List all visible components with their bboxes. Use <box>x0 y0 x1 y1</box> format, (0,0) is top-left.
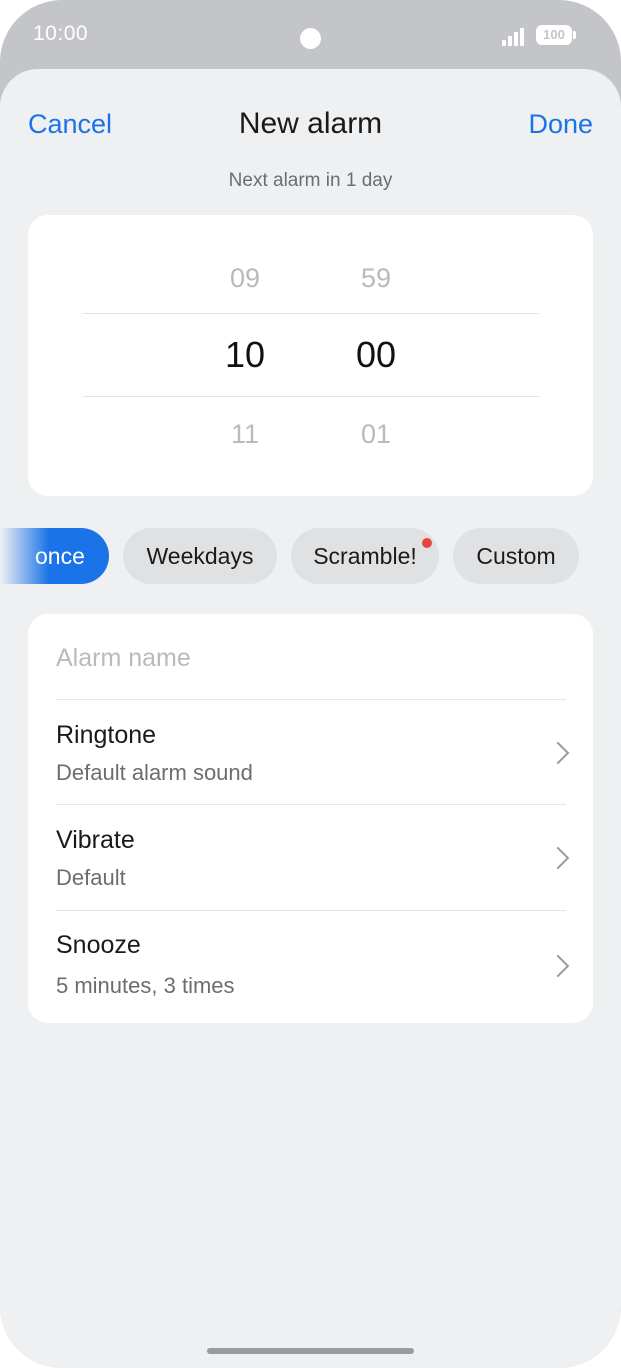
chip-scramble[interactable]: Scramble! <box>291 528 439 584</box>
snooze-row[interactable]: Snooze 5 minutes, 3 times <box>28 911 593 1023</box>
chip-weekdays[interactable]: Weekdays <box>123 528 277 584</box>
ringtone-value: Default alarm sound <box>56 760 253 785</box>
vibrate-row[interactable]: Vibrate Default <box>28 805 593 909</box>
chip-once[interactable]: once <box>0 528 109 584</box>
battery-tip <box>573 31 576 39</box>
done-button[interactable]: Done <box>528 109 593 140</box>
next-alarm-subtitle: Next alarm in 1 day <box>228 170 393 191</box>
vibrate-value: Default <box>56 865 126 890</box>
minute-next[interactable]: 01 <box>336 419 416 450</box>
repeat-chip-row: once Weekdays Scramble! Custom <box>0 528 621 584</box>
minute-prev[interactable]: 59 <box>336 263 416 294</box>
chevron-right-icon <box>546 741 570 765</box>
chip-custom[interactable]: Custom <box>453 528 579 584</box>
new-alarm-sheet: Cancel New alarm Done Next alarm in 1 da… <box>0 69 621 1368</box>
alarm-name-input[interactable]: Alarm name <box>56 644 191 673</box>
new-badge-dot <box>422 538 432 548</box>
status-time: 10:00 <box>33 22 89 45</box>
status-bar: 10:00 100 <box>0 0 621 70</box>
chip-scramble-label: Scramble! <box>313 543 417 569</box>
picker-divider-top <box>83 313 539 314</box>
vibrate-title: Vibrate <box>56 826 135 854</box>
snooze-title: Snooze <box>56 931 141 959</box>
chevron-right-icon <box>546 846 570 870</box>
battery-level: 100 <box>543 27 565 42</box>
chevron-right-icon <box>546 954 570 978</box>
alarm-settings-card: Alarm name Ringtone Default alarm sound … <box>28 614 593 1023</box>
chip-once-label: once <box>35 543 85 569</box>
home-indicator[interactable] <box>207 1348 414 1354</box>
ringtone-title: Ringtone <box>56 721 157 749</box>
battery-icon: 100 <box>536 25 572 45</box>
hour-prev[interactable]: 09 <box>205 263 285 294</box>
snooze-value: 5 minutes, 3 times <box>56 973 235 998</box>
time-picker: 09 10 11 59 00 01 <box>28 215 593 496</box>
minute-selected[interactable]: 00 <box>336 334 416 376</box>
hour-selected[interactable]: 10 <box>205 334 285 376</box>
phone-frame: 10:00 100 Cancel New alarm Done Next ala… <box>0 0 621 1368</box>
chip-weekdays-label: Weekdays <box>146 543 254 569</box>
hour-next[interactable]: 11 <box>205 419 285 450</box>
front-camera <box>300 28 321 49</box>
ringtone-row[interactable]: Ringtone Default alarm sound <box>28 700 593 804</box>
signal-icon <box>502 26 526 46</box>
chip-custom-label: Custom <box>476 543 556 569</box>
picker-divider-bottom <box>83 396 539 397</box>
